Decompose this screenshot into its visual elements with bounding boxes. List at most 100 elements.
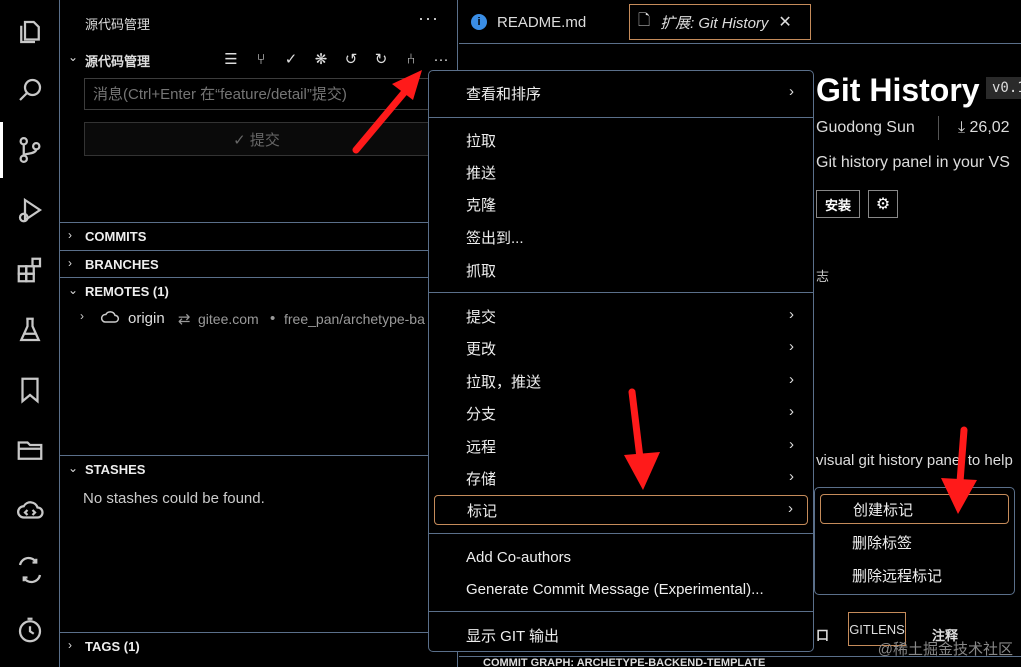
diff-icon[interactable] (12, 552, 48, 588)
explorer-icon[interactable] (12, 14, 48, 50)
scm-header[interactable]: ⌄ 源代码管理 ☰ ⑂ ✓ ❋ ↺ ↻ ⑃ ··· (60, 46, 458, 72)
history-icon[interactable]: ↺ (340, 48, 362, 70)
git-graph-icon[interactable]: ⑃ (400, 48, 422, 70)
menu-item-checkout[interactable]: 签出到... (434, 223, 808, 251)
submenu-item-delete-remote-tag[interactable]: 删除远程标记 (820, 560, 1009, 590)
section-remotes[interactable]: ⌄ REMOTES (1) (60, 277, 458, 304)
menu-separator (429, 611, 813, 612)
menu-item-generate-commit-message[interactable]: Generate Commit Message (Experimental)..… (434, 575, 808, 603)
menu-item-label: 分支 (466, 405, 497, 423)
section-commits[interactable]: › COMMITS (60, 222, 458, 249)
panel-tab-fragment[interactable]: 口 (816, 625, 829, 644)
extensions-icon[interactable] (12, 252, 48, 288)
menu-item-changes[interactable]: 更改 › (434, 334, 808, 362)
menu-separator (429, 533, 813, 534)
chevron-right-icon: › (789, 436, 794, 453)
tab-readme[interactable]: i README.md (471, 4, 586, 40)
extension-body-text: visual git history panel to help (816, 452, 1013, 469)
view-as-list-icon[interactable]: ☰ (220, 48, 242, 70)
menu-item-pull[interactable]: 拉取 (434, 126, 808, 154)
remote-item[interactable]: › origin ⇄ gitee.com • free_pan/archetyp… (60, 306, 458, 332)
menu-item-stash[interactable]: 存储 › (434, 464, 808, 492)
chevron-down-icon[interactable]: ⌄ (68, 50, 78, 64)
commit-graph-label: COMMIT GRAPH: ARCHETYPE-BACKEND-TEMPLATE (483, 657, 766, 667)
menu-item-label: 推送 (466, 164, 497, 182)
menu-item-show-git-output[interactable]: 显示 GIT 输出 (434, 621, 808, 649)
section-label: STASHES (85, 462, 146, 477)
install-button[interactable]: 安装 (816, 190, 860, 218)
submenu-item-create-tag[interactable]: 创建标记 (820, 494, 1009, 524)
context-menu: 查看和排序 › 拉取 推送 克隆 签出到... 抓取 提交 › 更改 › 拉取，… (428, 70, 814, 652)
menu-item-commit[interactable]: 提交 › (434, 302, 808, 330)
chevron-down-icon: ⌄ (68, 461, 79, 475)
divider (938, 116, 939, 140)
gear-icon[interactable]: ⚙ (868, 190, 898, 218)
download-cloud-icon: ⤓ (958, 119, 966, 136)
commit-check-icon[interactable]: ✓ (280, 48, 302, 70)
scm-toolbar: ☰ ⑂ ✓ ❋ ↺ ↻ ⑃ ··· (220, 48, 452, 70)
scm-header-label: 源代码管理 (85, 54, 151, 69)
menu-item-label: Generate Commit Message (Experimental)..… (466, 580, 764, 598)
menu-item-label: 显示 GIT 输出 (466, 627, 560, 645)
section-branches[interactable]: › BRANCHES (60, 250, 458, 277)
remote-name: origin (128, 310, 165, 327)
menu-item-label: 存储 (466, 470, 497, 488)
menu-item-label: 标记 (467, 502, 498, 520)
tab-git-history[interactable]: 🗋 扩展: Git History ✕ (629, 4, 811, 40)
project-manager-icon[interactable] (12, 432, 48, 468)
refresh-icon[interactable]: ↻ (370, 48, 392, 70)
info-icon: i (471, 14, 487, 30)
chevron-right-icon: › (788, 500, 793, 517)
submenu-item-label: 创建标记 (853, 501, 914, 519)
changelog-tab-fragment[interactable]: 志 (816, 266, 829, 285)
close-icon[interactable]: ✕ (778, 12, 791, 32)
download-count: 26,02 (969, 119, 1010, 136)
menu-item-branch[interactable]: 分支 › (434, 399, 808, 427)
testing-icon[interactable] (12, 312, 48, 348)
more-icon[interactable]: ··· (430, 48, 452, 70)
menu-item-add-coauthors[interactable]: Add Co-authors (434, 543, 808, 571)
section-tags[interactable]: › TAGS (1) (60, 632, 458, 659)
extension-author[interactable]: Guodong Sun (816, 119, 915, 137)
commit-button[interactable]: ✓ 提交 (84, 122, 429, 156)
menu-item-view-sort[interactable]: 查看和排序 › (434, 79, 808, 107)
menu-separator (429, 292, 813, 293)
search-icon[interactable] (12, 72, 48, 108)
bookmarks-icon[interactable] (12, 372, 48, 408)
graph-icon[interactable]: ❋ (310, 48, 332, 70)
chevron-down-icon: ⌄ (68, 283, 79, 297)
menu-item-fetch[interactable]: 抓取 (434, 256, 808, 284)
activity-bar (0, 0, 60, 667)
menu-item-label: 签出到... (466, 229, 524, 247)
tag-submenu: 创建标记 删除标签 删除远程标记 (814, 487, 1015, 595)
menu-item-tags[interactable]: 标记 › (434, 495, 808, 525)
more-actions-icon[interactable]: ··· (418, 8, 439, 29)
menu-item-label: 更改 (466, 340, 497, 358)
chevron-right-icon[interactable]: › (80, 309, 84, 323)
menu-item-label: 远程 (466, 438, 497, 456)
submenu-item-label: 删除标签 (852, 534, 913, 552)
remote-explorer-icon[interactable] (12, 492, 48, 528)
run-debug-icon[interactable] (12, 192, 48, 228)
source-control-icon[interactable] (12, 132, 48, 168)
menu-item-label: Add Co-authors (466, 548, 572, 566)
section-label: TAGS (1) (85, 639, 140, 654)
timeline-icon[interactable] (12, 612, 48, 648)
chevron-right-icon: › (789, 371, 794, 388)
watermark: @稀土掘金技术社区 (877, 641, 1013, 658)
section-stashes[interactable]: ⌄ STASHES (60, 455, 458, 482)
menu-item-clone[interactable]: 克隆 (434, 190, 808, 218)
remote-path: free_pan/archetype-ba (284, 311, 425, 327)
submenu-item-delete-tag[interactable]: 删除标签 (820, 527, 1009, 557)
chevron-right-icon: › (789, 468, 794, 485)
extension-version: v0.1 (986, 77, 1021, 99)
menu-item-pull-push[interactable]: 拉取，推送 › (434, 367, 808, 395)
menu-item-push[interactable]: 推送 (434, 158, 808, 186)
menu-item-label: 拉取，推送 (466, 373, 542, 391)
branch-icon[interactable]: ⑂ (250, 48, 272, 70)
section-label: BRANCHES (85, 257, 159, 272)
stashes-empty-message: No stashes could be found. (83, 490, 265, 507)
commit-message-input[interactable] (84, 78, 429, 110)
cloud-icon (100, 308, 120, 330)
menu-item-remote[interactable]: 远程 › (434, 432, 808, 460)
